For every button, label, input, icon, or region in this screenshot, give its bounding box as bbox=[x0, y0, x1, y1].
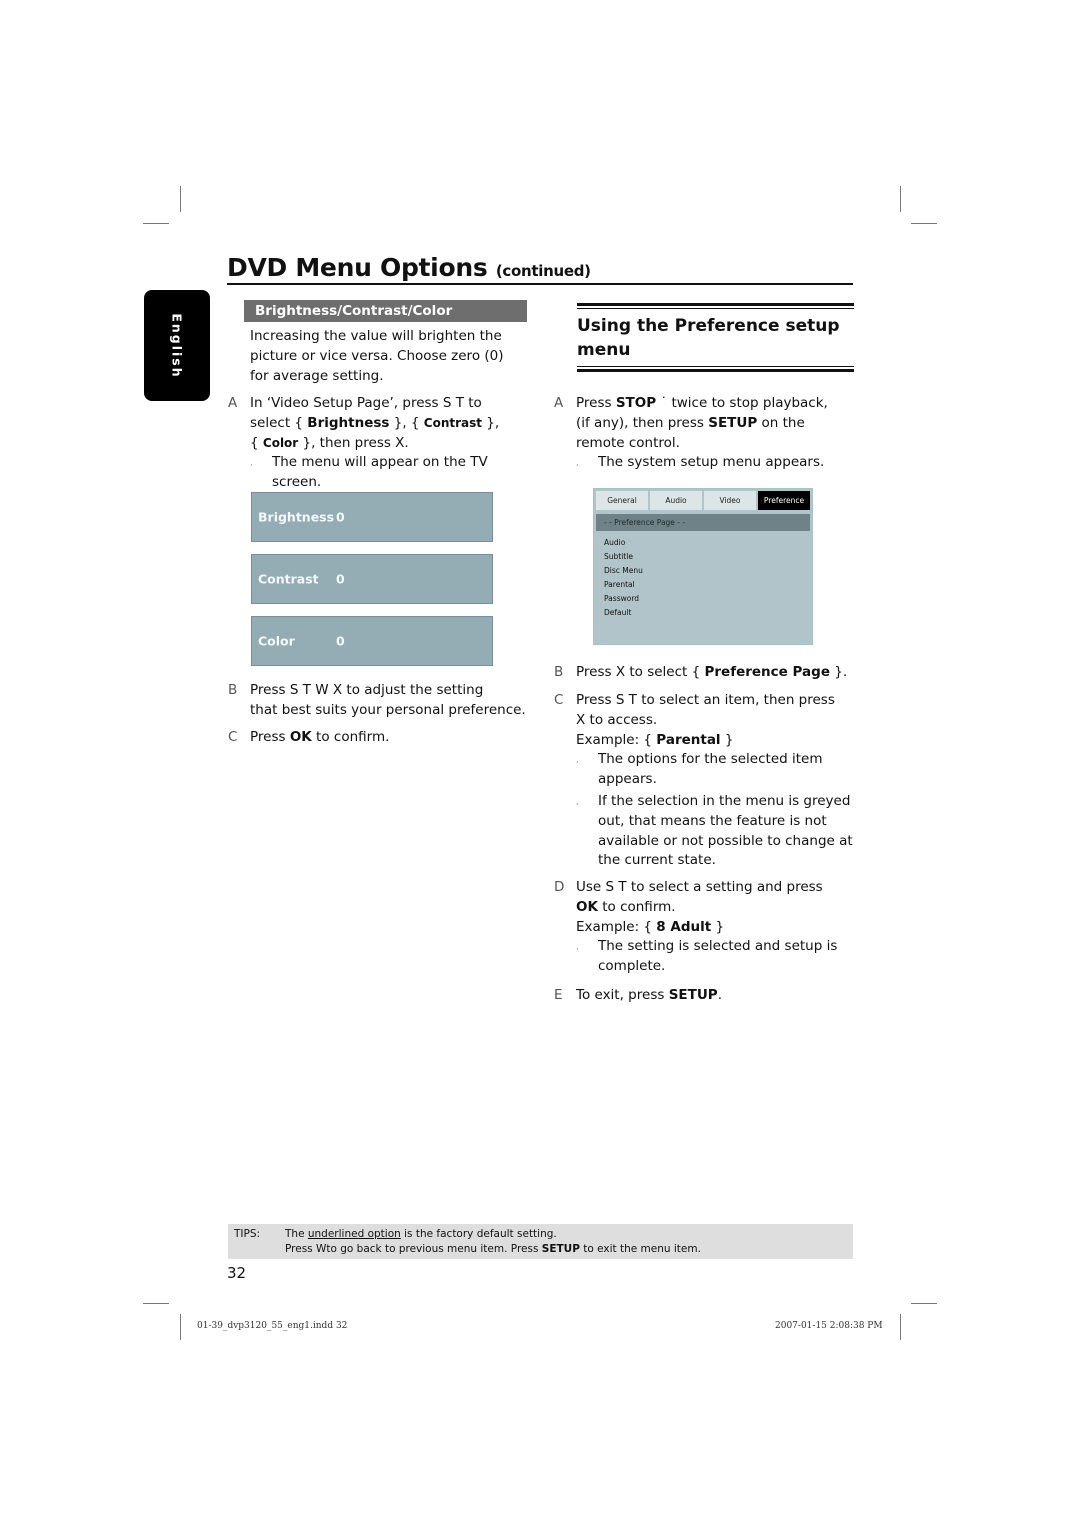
result-arrow-icon: ‚ bbox=[576, 942, 579, 952]
intro-line: for average setting. bbox=[250, 367, 384, 384]
osd-contrast: Contrast 0 bbox=[251, 554, 493, 604]
tab-general[interactable]: General bbox=[596, 491, 648, 510]
step-text: In ‘Video Setup Page’, press S T to bbox=[250, 395, 482, 411]
step-text: Press STOP ˙ twice to stop playback, bbox=[576, 395, 828, 411]
step-letter: D bbox=[554, 879, 565, 895]
step-text: Press S T W X to adjust the setting bbox=[250, 682, 484, 698]
example-text: Example: { Parental } bbox=[576, 731, 734, 748]
tab-preference[interactable]: Preference bbox=[758, 491, 810, 510]
tab-video[interactable]: Video bbox=[704, 491, 756, 510]
crop-mark bbox=[911, 223, 937, 224]
step-letter: B bbox=[554, 664, 564, 680]
footer-filename: 01-39_dvp3120_55_eng1.indd 32 bbox=[197, 1321, 348, 1331]
step-result: ‚ The menu will appear on the TV screen. bbox=[250, 453, 528, 493]
step-text: Press X to select { Preference Page }. bbox=[576, 664, 848, 680]
step-text: select { Brightness }, { Contrast }, bbox=[250, 414, 500, 431]
tips-line: Press Wto go back to previous menu item.… bbox=[285, 1243, 701, 1255]
crop-mark bbox=[900, 186, 901, 212]
step-text: Press OK to confirm. bbox=[250, 729, 390, 745]
step-text: (if any), then press SETUP on the bbox=[576, 414, 805, 431]
crop-mark bbox=[180, 186, 181, 212]
left-step-b: B Press S T W X to adjust the setting th… bbox=[228, 681, 528, 721]
crop-mark bbox=[143, 223, 169, 224]
osd-color: Color 0 bbox=[251, 616, 493, 666]
step-result: ‚ The setting is selected and setup is co… bbox=[576, 937, 854, 977]
step-letter: A bbox=[228, 395, 238, 411]
crop-mark bbox=[180, 1314, 181, 1340]
left-step-a: A In ‘Video Setup Page’, press S T to se… bbox=[228, 394, 528, 493]
menu-item-default[interactable]: Default bbox=[604, 606, 643, 620]
section-rule-bottom bbox=[577, 366, 854, 372]
osd-brightness: Brightness 0 bbox=[251, 492, 493, 542]
crop-mark bbox=[900, 1314, 901, 1340]
osd-value: 0 bbox=[336, 509, 345, 525]
right-step-a: A Press STOP ˙ twice to stop playback, (… bbox=[554, 394, 854, 473]
step-text: To exit, press SETUP. bbox=[576, 987, 722, 1003]
result-arrow-icon: ‚ bbox=[576, 796, 579, 806]
step-letter: A bbox=[554, 395, 564, 411]
right-step-b: B Press X to select { Preference Page }. bbox=[554, 663, 854, 683]
language-tab: English bbox=[144, 290, 210, 401]
preference-items: Audio Subtitle Disc Menu Parental Passwo… bbox=[604, 536, 643, 620]
setup-tabs: General Audio Video Preference bbox=[596, 491, 810, 510]
step-letter: C bbox=[554, 692, 564, 708]
page-title: DVD Menu Options (continued) bbox=[227, 253, 591, 282]
osd-label: Contrast bbox=[258, 571, 319, 587]
tab-audio[interactable]: Audio bbox=[650, 491, 702, 510]
osd-value: 0 bbox=[336, 633, 345, 649]
intro-line: picture or vice versa. Choose zero (0) bbox=[250, 347, 504, 364]
intro-paragraph: Increasing the value will brighten the p… bbox=[250, 327, 504, 386]
menu-item-subtitle[interactable]: Subtitle bbox=[604, 550, 643, 564]
result-arrow-icon: ‚ bbox=[576, 755, 579, 765]
language-label: English bbox=[169, 312, 185, 379]
result-arrow-icon: ‚ bbox=[250, 458, 253, 468]
osd-value: 0 bbox=[336, 571, 345, 587]
step-text: Press S T to select an item, then press bbox=[576, 692, 835, 708]
step-result: ‚ The system setup menu appears. bbox=[576, 453, 854, 473]
menu-item-audio[interactable]: Audio bbox=[604, 536, 643, 550]
tips-label: TIPS: bbox=[234, 1228, 261, 1240]
step-text: OK to confirm. bbox=[576, 898, 676, 915]
step-result: ‚ The options for the selected item appea… bbox=[576, 750, 854, 790]
step-letter: E bbox=[554, 987, 563, 1003]
example-text: Example: { 8 Adult } bbox=[576, 918, 725, 935]
step-text: that best suits your personal preference… bbox=[250, 701, 526, 718]
section-rule-top bbox=[577, 303, 854, 309]
section-heading-preference: Using the Preference setup menu bbox=[577, 316, 840, 360]
title-suffix: (continued) bbox=[495, 262, 591, 280]
menu-item-parental[interactable]: Parental bbox=[604, 578, 643, 592]
section-header-brightness: Brightness/Contrast/Color bbox=[244, 300, 527, 322]
result-arrow-icon: ‚ bbox=[576, 458, 579, 468]
step-text: Use S T to select a setting and press bbox=[576, 879, 823, 895]
crop-mark bbox=[911, 1303, 937, 1304]
menu-item-disc-menu[interactable]: Disc Menu bbox=[604, 564, 643, 578]
tips-box: TIPS: The underlined option is the facto… bbox=[228, 1224, 853, 1259]
step-letter: C bbox=[228, 729, 238, 745]
footer-timestamp: 2007-01-15 2:08:38 PM bbox=[775, 1321, 883, 1331]
step-text: X to access. bbox=[576, 711, 658, 728]
left-step-c: C Press OK to confirm. bbox=[228, 728, 528, 748]
title-underline bbox=[227, 283, 853, 285]
tips-line: The underlined option is the factory def… bbox=[285, 1228, 557, 1240]
osd-label: Brightness bbox=[258, 509, 335, 525]
crop-mark bbox=[143, 1303, 169, 1304]
title-text: DVD Menu Options bbox=[227, 253, 488, 282]
step-result: ‚ If the selection in the menu is greyed… bbox=[576, 792, 854, 871]
step-text: { Color }, then press X. bbox=[250, 434, 409, 451]
page-number: 32 bbox=[227, 1264, 247, 1282]
intro-line: Increasing the value will brighten the bbox=[250, 328, 502, 344]
step-letter: B bbox=[228, 682, 238, 698]
right-step-e: E To exit, press SETUP. bbox=[554, 986, 854, 1006]
system-setup-menu: General Audio Video Preference - - Prefe… bbox=[593, 488, 813, 645]
step-text: remote control. bbox=[576, 434, 680, 451]
right-step-c: C Press S T to select an item, then pres… bbox=[554, 691, 854, 871]
osd-label: Color bbox=[258, 633, 295, 649]
preference-page-header: - - Preference Page - - bbox=[596, 514, 810, 531]
right-step-d: D Use S T to select a setting and press … bbox=[554, 878, 854, 977]
menu-item-password[interactable]: Password bbox=[604, 592, 643, 606]
